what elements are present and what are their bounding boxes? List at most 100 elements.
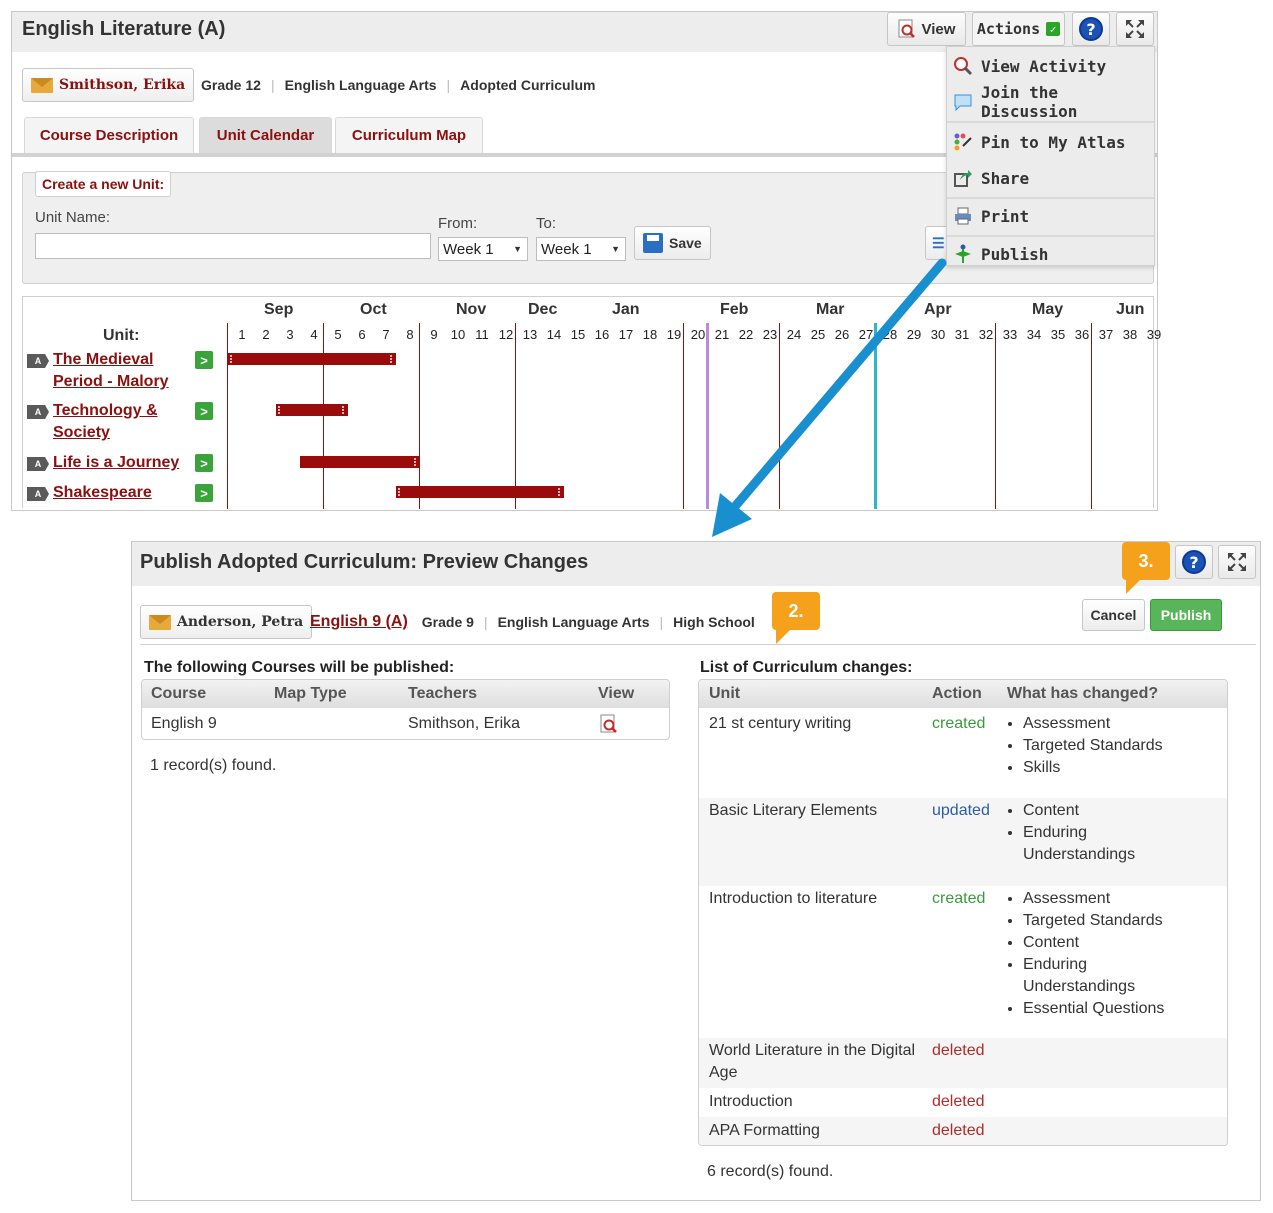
view-activity-icon (953, 56, 973, 76)
table-header: Course Map Type Teachers View (142, 680, 669, 708)
unit-name-label: Unit Name: (35, 209, 111, 226)
menu-item-view-activity[interactable]: View Activity (947, 49, 1154, 83)
menu-item-publish[interactable]: Publish (947, 237, 1154, 271)
changes-cell: Assessment Targeted Standards Skills (1007, 713, 1163, 779)
menu-item-label: Join the Discussion (981, 83, 1078, 121)
separator: | (270, 77, 275, 93)
view-icon[interactable] (600, 714, 618, 739)
grade-label: Grade 9 (421, 614, 474, 630)
panel-header: Publish Adopted Curriculum: Preview Chan… (132, 542, 1260, 586)
unit-link-line: Technology & (53, 402, 158, 419)
open-unit-arrow-icon[interactable]: > (195, 454, 213, 472)
resize-handle[interactable] (414, 458, 418, 466)
action-cell: deleted (932, 1093, 985, 1110)
course-meta: English 9 (A) Grade 9 | English Language… (310, 613, 755, 631)
menu-item-share[interactable]: Share (947, 161, 1154, 195)
unit-type-badge: A (27, 487, 49, 501)
week-number: 13 (522, 327, 538, 342)
unit-duration-bar[interactable] (228, 353, 396, 365)
resize-handle[interactable] (342, 406, 346, 414)
menu-item-join-discussion[interactable]: Join the Discussion (947, 83, 1154, 121)
calendar-unit-row: A The Medieval Period - Malory (27, 349, 169, 393)
open-unit-arrow-icon[interactable]: > (195, 484, 213, 502)
view-button[interactable]: View (887, 12, 966, 46)
unit-duration-bar[interactable] (300, 456, 420, 468)
courses-record-count: 1 record(s) found. (150, 757, 277, 774)
month-divider (227, 323, 228, 509)
month-label: Jun (1116, 301, 1145, 318)
month-divider (419, 323, 420, 509)
week-number: 11 (475, 327, 489, 342)
unit-link[interactable]: Shakespeare (53, 482, 152, 504)
actions-button[interactable]: Actions ✓ (972, 12, 1065, 46)
change-item: Content (1023, 800, 1207, 822)
month-divider (323, 323, 324, 509)
share-icon (953, 168, 973, 188)
column-header: Unit (709, 685, 741, 702)
course-link[interactable]: English 9 (A) (310, 613, 408, 631)
month-divider (1091, 323, 1092, 509)
change-item: Content (1023, 932, 1207, 954)
from-label: From: (438, 215, 478, 232)
unit-duration-bar[interactable] (276, 404, 348, 416)
step-2-callout: 2. (772, 592, 820, 644)
tab-course-description[interactable]: Course Description (24, 117, 194, 153)
week-number: 15 (570, 327, 586, 342)
unit-link[interactable]: Technology & Society (53, 400, 158, 444)
unit-cell: Basic Literary Elements (709, 802, 878, 819)
help-button[interactable]: ? (1175, 545, 1213, 579)
menu-item-print[interactable]: Print (947, 199, 1154, 233)
resize-handle[interactable] (398, 488, 402, 496)
list-icon: ☰ (932, 234, 945, 251)
open-unit-arrow-icon[interactable]: > (195, 351, 213, 369)
separator: | (446, 77, 451, 93)
month-label: Oct (360, 301, 387, 318)
resize-handle[interactable] (390, 355, 394, 363)
help-icon: ? (1079, 17, 1103, 41)
month-label: May (1032, 301, 1064, 318)
change-item: Enduring Understandings (1023, 822, 1153, 866)
column-header: Action (932, 685, 982, 702)
connector-arrow (712, 258, 947, 537)
tab-curriculum-map[interactable]: Curriculum Map (335, 117, 483, 153)
open-unit-arrow-icon[interactable]: > (195, 402, 213, 420)
unit-cell: Introduction (709, 1093, 793, 1110)
curriculum-label: Adopted Curriculum (460, 77, 596, 93)
resize-handle[interactable] (278, 406, 282, 414)
resize-handle[interactable] (230, 355, 234, 363)
expand-button[interactable] (1116, 12, 1154, 46)
expand-button[interactable] (1218, 545, 1256, 579)
week-number: 6 (358, 327, 366, 342)
view-button-label: View (921, 20, 956, 38)
courses-table: Course Map Type Teachers View English 9 … (141, 679, 670, 740)
resize-handle[interactable] (558, 488, 562, 496)
menu-item-pin-to-atlas[interactable]: Pin to My Atlas (947, 125, 1154, 159)
unit-link-line: Life is a Journey (53, 454, 180, 471)
expand-icon (1228, 553, 1246, 571)
unit-duration-bar[interactable] (396, 486, 564, 498)
teacher-contact-button[interactable]: Anderson, Petra (140, 605, 313, 639)
teachers-cell: Smithson, Erika (408, 715, 521, 732)
unit-link[interactable]: Life is a Journey (53, 452, 179, 474)
week-number: 14 (546, 327, 562, 342)
change-item: Essential Questions (1023, 998, 1207, 1020)
to-week-select[interactable]: Week 1 ▼ (536, 237, 626, 261)
unit-name-input[interactable] (35, 233, 431, 259)
week-number: 35 (1050, 327, 1066, 342)
changes-cell: Assessment Targeted Standards Content En… (1007, 888, 1207, 1020)
menu-item-label: Pin to My Atlas (981, 132, 1126, 152)
unit-calendar: Unit: Sep Oct Nov Dec Jan Feb Mar Apr May Jun 1 2 3 4… (22, 296, 1161, 509)
to-label: To: (536, 215, 557, 232)
unit-link-line: Shakespeare (53, 484, 152, 501)
action-cell: created (932, 890, 986, 907)
tab-unit-calendar[interactable]: Unit Calendar (199, 117, 332, 153)
teacher-contact-button[interactable]: Smithson, Erika (22, 68, 195, 102)
publish-button[interactable]: Publish (1150, 599, 1222, 631)
pin-icon (953, 132, 973, 152)
cancel-button[interactable]: Cancel (1082, 599, 1145, 631)
week-number: 3 (286, 327, 294, 342)
calendar-unit-row: A Shakespeare (27, 482, 152, 504)
from-week-select[interactable]: Week 1 ▼ (438, 237, 528, 261)
unit-link[interactable]: The Medieval Period - Malory (53, 349, 169, 393)
help-button[interactable]: ? (1072, 12, 1110, 46)
